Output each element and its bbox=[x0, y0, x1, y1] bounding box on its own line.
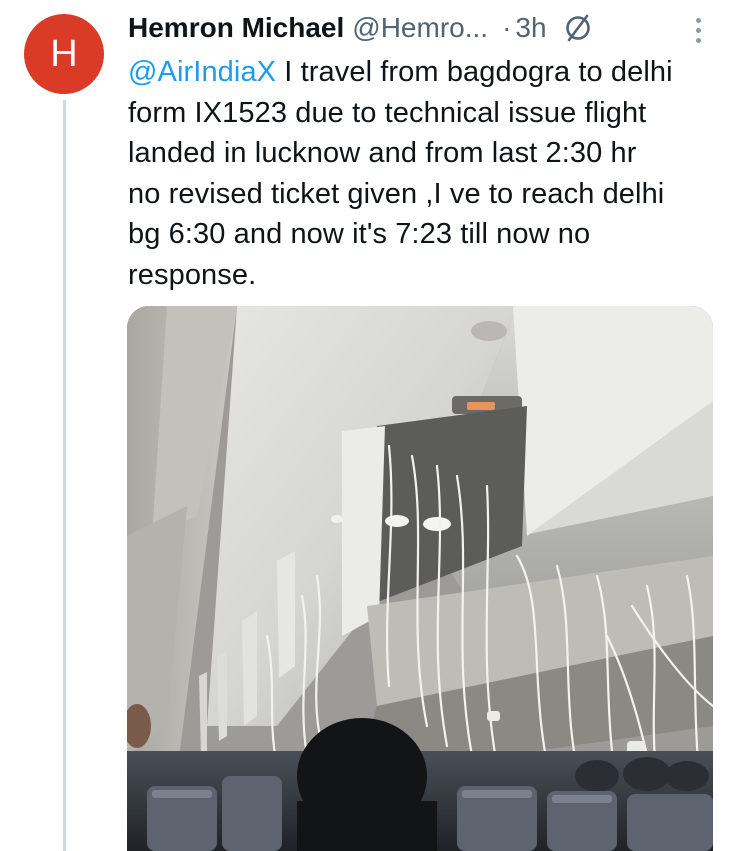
avatar[interactable]: H bbox=[24, 14, 104, 94]
tweet-line-3: landed in lucknow and from last 2:30 hr bbox=[128, 137, 637, 169]
user-handle[interactable]: @Hemro... bbox=[352, 12, 488, 44]
tweet-text: @AirIndiaX I travel from bagdogra to del… bbox=[128, 52, 718, 295]
aircraft-cabin-photo bbox=[127, 306, 713, 851]
tweet-header: Hemron Michael @Hemro... · 3h bbox=[128, 8, 595, 48]
tweet-line-4: no revised ticket given ,I ve to reach d… bbox=[128, 177, 665, 210]
mention-link[interactable]: @AirIndiaX bbox=[128, 56, 276, 88]
timestamp[interactable]: 3h bbox=[515, 12, 546, 44]
tweet-line-5: bg 6:30 and now it's 7:23 till now no bbox=[128, 218, 591, 250]
avatar-letter: H bbox=[50, 32, 78, 75]
tweet[interactable]: H Hemron Michael @Hemro... · 3h @AirIndi… bbox=[0, 0, 738, 851]
more-options-icon[interactable] bbox=[686, 12, 710, 48]
thread-line bbox=[63, 100, 66, 851]
tweet-line-2: form IX1523 due to technical issue fligh… bbox=[128, 96, 647, 129]
display-name[interactable]: Hemron Michael bbox=[128, 12, 344, 44]
slashed-circle-icon bbox=[565, 14, 590, 42]
tweet-line-6: response. bbox=[128, 258, 257, 291]
separator-dot: · bbox=[502, 12, 512, 43]
tweet-line-1: @AirIndiaX I travel from bagdogra to del… bbox=[128, 56, 673, 88]
tweet-photo[interactable] bbox=[127, 306, 713, 851]
